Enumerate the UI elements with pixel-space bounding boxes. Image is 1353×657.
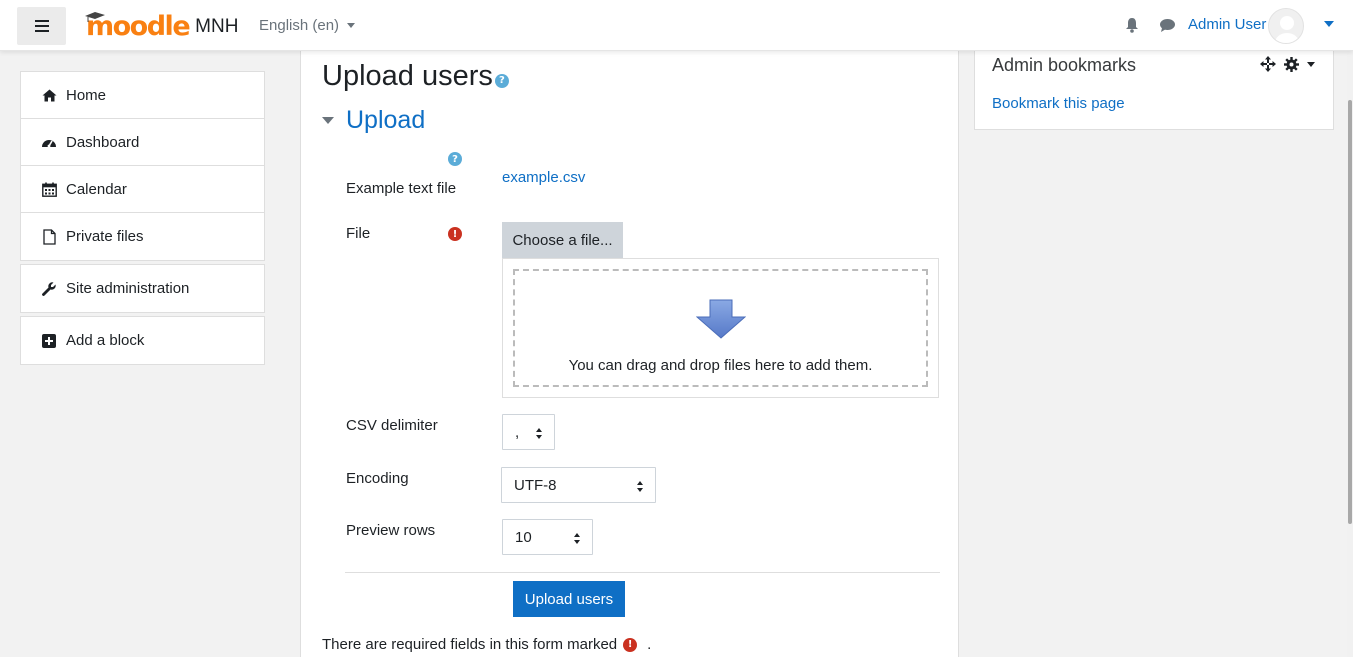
top-navbar: moodle MNH English (en) Admin User bbox=[0, 0, 1353, 51]
nav-item-dashboard[interactable]: Dashboard bbox=[21, 119, 264, 166]
csv-delimiter-value: , bbox=[515, 423, 520, 441]
select-arrows-icon bbox=[637, 481, 644, 492]
graduation-cap-icon bbox=[85, 11, 105, 22]
nav-item-site-administration[interactable]: Site administration bbox=[21, 265, 264, 312]
upload-section-header[interactable]: Upload bbox=[322, 106, 425, 135]
nav-label-private-files: Private files bbox=[66, 228, 144, 245]
example-help-icon[interactable]: ? bbox=[448, 152, 462, 166]
select-arrows-icon bbox=[574, 533, 581, 544]
required-note-text: There are required fields in this form m… bbox=[322, 636, 618, 653]
site-brand[interactable]: moodle MNH bbox=[85, 10, 239, 42]
bell-icon[interactable] bbox=[1125, 17, 1139, 33]
encoding-value: UTF-8 bbox=[514, 476, 557, 494]
help-icon[interactable]: ? bbox=[494, 73, 509, 88]
block-title: Admin bookmarks bbox=[992, 55, 1137, 75]
move-icon[interactable] bbox=[1260, 56, 1276, 72]
file-icon bbox=[41, 228, 57, 245]
site-name: MNH bbox=[195, 15, 239, 37]
csv-delimiter-label: CSV delimiter bbox=[346, 417, 438, 434]
plus-square-icon bbox=[41, 333, 57, 349]
nav-label-add-block: Add a block bbox=[66, 332, 145, 349]
file-manager: You can drag and drop files here to add … bbox=[502, 258, 939, 398]
page-title-text: Upload users bbox=[322, 60, 493, 92]
collapse-caret-icon bbox=[322, 117, 334, 124]
preview-rows-select[interactable]: 10 bbox=[502, 519, 593, 555]
language-label: English (en) bbox=[259, 17, 340, 34]
form-divider bbox=[345, 572, 940, 573]
file-dropzone[interactable]: You can drag and drop files here to add … bbox=[513, 269, 928, 387]
user-silhouette-icon bbox=[1275, 16, 1299, 43]
bookmark-this-page-link[interactable]: Bookmark this page bbox=[992, 95, 1125, 112]
upload-users-button[interactable]: Upload users bbox=[513, 581, 625, 617]
encoding-label: Encoding bbox=[346, 470, 409, 487]
required-note-period: . bbox=[647, 636, 652, 653]
dashboard-icon bbox=[41, 134, 57, 150]
required-icon: ! bbox=[448, 227, 462, 241]
preview-rows-value: 10 bbox=[515, 528, 532, 546]
preview-rows-label: Preview rows bbox=[346, 522, 436, 539]
required-fields-note: There are required fields in this form m… bbox=[322, 636, 651, 653]
message-bubble-icon[interactable] bbox=[1159, 18, 1176, 33]
block-controls bbox=[1260, 56, 1315, 72]
user-avatar[interactable] bbox=[1268, 8, 1304, 44]
file-label: File bbox=[346, 225, 371, 242]
wrench-icon bbox=[41, 281, 57, 297]
nav-label-calendar: Calendar bbox=[66, 180, 127, 198]
user-menu-caret-icon[interactable] bbox=[1324, 21, 1334, 27]
nav-label-home: Home bbox=[66, 86, 107, 104]
chevron-down-icon[interactable] bbox=[1307, 61, 1315, 67]
nav-item-add-block[interactable]: Add a block bbox=[21, 317, 264, 364]
hamburger-icon bbox=[34, 20, 49, 32]
primary-nav: Home Dashboard Calendar Private files bbox=[20, 71, 265, 261]
choose-file-button[interactable]: Choose a file... bbox=[502, 222, 623, 258]
required-icon: ! bbox=[623, 637, 638, 652]
download-arrow-icon bbox=[695, 299, 746, 339]
scrollbar-thumb[interactable] bbox=[1348, 100, 1352, 524]
admin-nav: Site administration bbox=[20, 264, 265, 313]
example-text-file-label: Example text file bbox=[346, 180, 457, 197]
gear-icon[interactable] bbox=[1284, 56, 1299, 72]
calendar-icon bbox=[41, 181, 57, 197]
chevron-down-icon bbox=[347, 23, 356, 28]
admin-bookmarks-block: Admin bookmarks Bookmark this page bbox=[974, 40, 1334, 130]
drawer-toggle-button[interactable] bbox=[17, 7, 66, 45]
select-arrows-icon bbox=[536, 428, 543, 439]
moodle-logo: moodle bbox=[85, 10, 191, 42]
drop-message: You can drag and drop files here to add … bbox=[568, 357, 873, 374]
nav-item-calendar[interactable]: Calendar bbox=[21, 166, 264, 213]
page-title: Upload users ? bbox=[322, 60, 509, 93]
section-title: Upload bbox=[346, 106, 426, 134]
nav-label-site-administration: Site administration bbox=[66, 280, 190, 297]
language-menu[interactable]: English (en) bbox=[259, 17, 356, 34]
example-csv-link[interactable]: example.csv bbox=[502, 169, 585, 186]
csv-delimiter-select[interactable]: , bbox=[502, 414, 555, 450]
encoding-select[interactable]: UTF-8 bbox=[501, 467, 656, 503]
nav-item-private-files[interactable]: Private files bbox=[21, 213, 264, 260]
add-block-nav: Add a block bbox=[20, 316, 265, 365]
main-region: Upload users ? Upload ? Example text fil… bbox=[300, 40, 959, 657]
user-name[interactable]: Admin User bbox=[1188, 16, 1266, 33]
home-icon bbox=[41, 87, 57, 103]
nav-label-dashboard: Dashboard bbox=[66, 133, 140, 151]
nav-item-home[interactable]: Home bbox=[21, 72, 264, 119]
